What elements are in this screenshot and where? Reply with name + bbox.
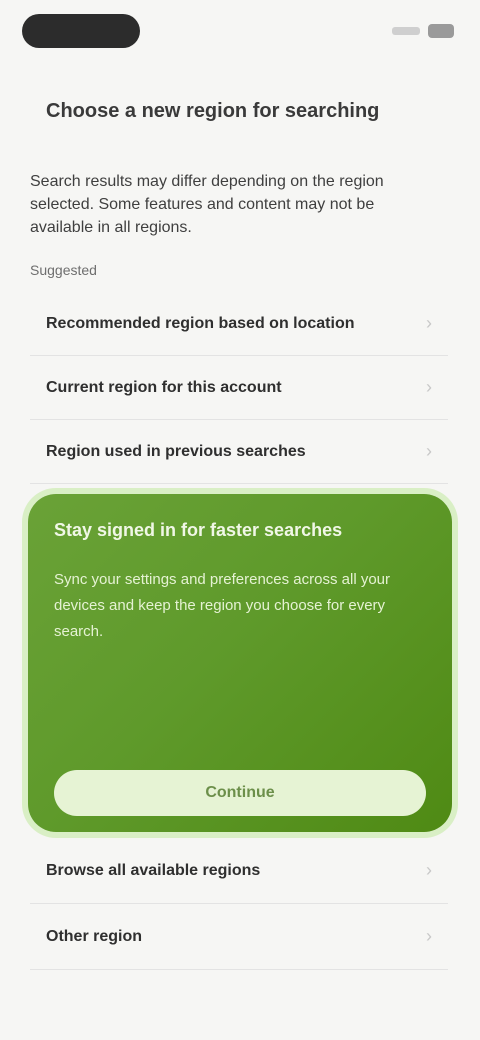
continue-button[interactable]: Continue: [54, 770, 426, 816]
chevron-right-icon: ›: [426, 313, 432, 333]
section-label: Suggested: [30, 262, 97, 278]
region-item[interactable]: Other region ›: [30, 904, 448, 970]
dynamic-island: [22, 14, 140, 48]
region-item[interactable]: Browse all available regions ›: [30, 838, 448, 904]
region-item[interactable]: Recommended region based on location ›: [30, 292, 448, 356]
intro-text: Search results may differ depending on t…: [30, 173, 384, 236]
promo-card: Stay signed in for faster searches Sync …: [28, 494, 452, 832]
battery-icon: [428, 24, 454, 38]
more-regions-list: Browse all available regions › Other reg…: [30, 838, 448, 970]
chevron-right-icon: ›: [426, 926, 432, 946]
region-item-label: Other region: [46, 927, 143, 945]
region-item-label: Region used in previous searches: [46, 442, 306, 460]
region-list: Recommended region based on location › C…: [30, 292, 448, 484]
promo-title: Stay signed in for faster searches: [54, 520, 343, 540]
chevron-right-icon: ›: [426, 441, 432, 461]
chevron-right-icon: ›: [426, 377, 432, 397]
page-title: Choose a new region for searching: [46, 100, 380, 122]
signal-icon: [392, 27, 420, 35]
promo-body: Sync your settings and preferences acros…: [54, 571, 390, 640]
region-item-label: Current region for this account: [46, 378, 282, 396]
status-icons: [392, 22, 454, 40]
chevron-right-icon: ›: [426, 860, 432, 880]
region-item-label: Recommended region based on location: [46, 314, 355, 332]
region-item[interactable]: Region used in previous searches ›: [30, 420, 448, 484]
status-bar: [0, 0, 480, 64]
region-item-label: Browse all available regions: [46, 861, 261, 879]
region-item[interactable]: Current region for this account ›: [30, 356, 448, 420]
